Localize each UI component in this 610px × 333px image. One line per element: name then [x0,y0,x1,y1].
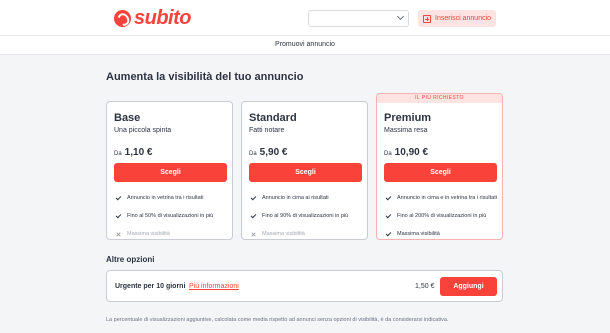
chevron-down-icon [396,12,405,21]
feature-item-disabled: Massima visibilità [114,225,227,243]
subito-logo-icon [114,9,131,27]
urgent-option-label: Urgente per 10 giorni [115,283,186,290]
cross-icon [116,232,121,237]
plan-price-row: Da 1,10 € [114,147,227,158]
feature-item: Annuncio in vetrina tra i risultati [114,189,227,207]
feature-item: Fino al 200% di visualizzazioni in più [384,207,497,225]
check-icon [250,194,257,201]
feature-text: Annuncio in vetrina tra i risultati [127,195,204,201]
more-info-link[interactable]: Più informazioni [189,283,239,290]
check-icon [385,230,392,237]
feature-item: Fino al 50% di visualizzazioni in più [114,207,227,225]
check-icon [115,212,122,219]
price-prefix: Da [249,151,257,157]
category-select[interactable] [308,10,409,27]
add-urgent-button[interactable]: Aggiungi [440,277,497,296]
plan-card-base: Base Una piccola spinta Da 1,10 € Scegli… [106,101,233,240]
plan-price-row: Da 10,90 € [384,147,497,158]
plan-name: Base [114,112,141,124]
feature-text: Massima visibilità [127,231,170,237]
feature-item: Annuncio in cima ai risultati [249,189,362,207]
price-prefix: Da [114,151,122,157]
page-title: Aumenta la visibilità del tuo annuncio [106,71,304,83]
plan-name: Standard [249,112,297,124]
plan-price: 1,10 € [124,147,153,158]
price-prefix: Da [384,151,392,157]
plan-price: 10,90 € [394,147,429,158]
sub-header: Promuovi annuncio [0,36,610,55]
plan-name: Premium [384,112,432,124]
plan-price-row: Da 5,90 € [249,147,362,158]
feature-text: Annuncio in cima e in vetrina tra i risu… [397,195,497,201]
feature-text: Fino al 200% di visualizzazioni in più [397,213,487,219]
plus-square-icon [423,14,431,23]
plan-price: 5,90 € [259,147,288,158]
choose-base-button[interactable]: Scegli [114,163,227,182]
feature-list: Annuncio in vetrina tra i risultati Fino… [114,189,227,243]
plan-card-body: Base Una piccola spinta Da 1,10 € Scegli… [114,112,227,243]
plan-card-standard: Standard Fatti notare Da 5,90 € Scegli A… [241,101,368,240]
choose-premium-button[interactable]: Scegli [384,163,497,182]
check-icon [250,212,257,219]
top-header: subito Inserisci annuncio [0,0,610,36]
feature-item: Annuncio in cima e in vetrina tra i risu… [384,189,497,207]
check-icon [115,194,122,201]
feature-text: Fino al 50% di visualizzazioni in più [127,213,214,219]
feature-text: Annuncio in cima ai risultati [262,195,329,201]
feature-list: Annuncio in cima ai risultati Fino al 90… [249,189,362,243]
plan-subtitle: Massima resa [384,127,428,134]
cross-icon [251,232,256,237]
sub-header-title: Promuovi annuncio [275,41,335,48]
feature-item: Massima visibilità [384,225,497,243]
check-icon [385,194,392,201]
feature-text: Massima visibilità [262,231,305,237]
insert-ad-label: Inserisci annuncio [435,15,492,22]
plan-subtitle: Una piccola spinta [114,127,172,134]
urgent-option-row: Urgente per 10 giorni Più informazioni 1… [106,270,503,302]
feature-item-disabled: Massima visibilità [249,225,362,243]
insert-ad-button[interactable]: Inserisci annuncio [418,10,496,27]
logo-text: subito [134,6,192,29]
urgent-option-price: 1,50 € [415,283,435,290]
plan-card-body: Standard Fatti notare Da 5,90 € Scegli A… [249,112,362,243]
plan-card-body: Premium Massima resa Da 10,90 € Scegli A… [384,112,497,243]
plan-subtitle: Fatti notare [249,127,285,134]
most-requested-badge: IL PIÙ RICHIESTO [377,94,502,103]
feature-item: Fino al 90% di visualizzazioni in più [249,207,362,225]
disclaimer-text: La percentuale di visualizzazioni aggiun… [106,317,449,323]
choose-standard-button[interactable]: Scegli [249,163,362,182]
feature-text: Massima visibilità [397,231,440,237]
feature-text: Fino al 90% di visualizzazioni in più [262,213,349,219]
plan-card-premium: IL PIÙ RICHIESTO Premium Massima resa Da… [376,93,503,240]
subito-logo[interactable]: subito [114,6,192,29]
other-options-title: Altre opzioni [106,255,155,264]
feature-list: Annuncio in cima e in vetrina tra i risu… [384,189,497,243]
check-icon [385,212,392,219]
